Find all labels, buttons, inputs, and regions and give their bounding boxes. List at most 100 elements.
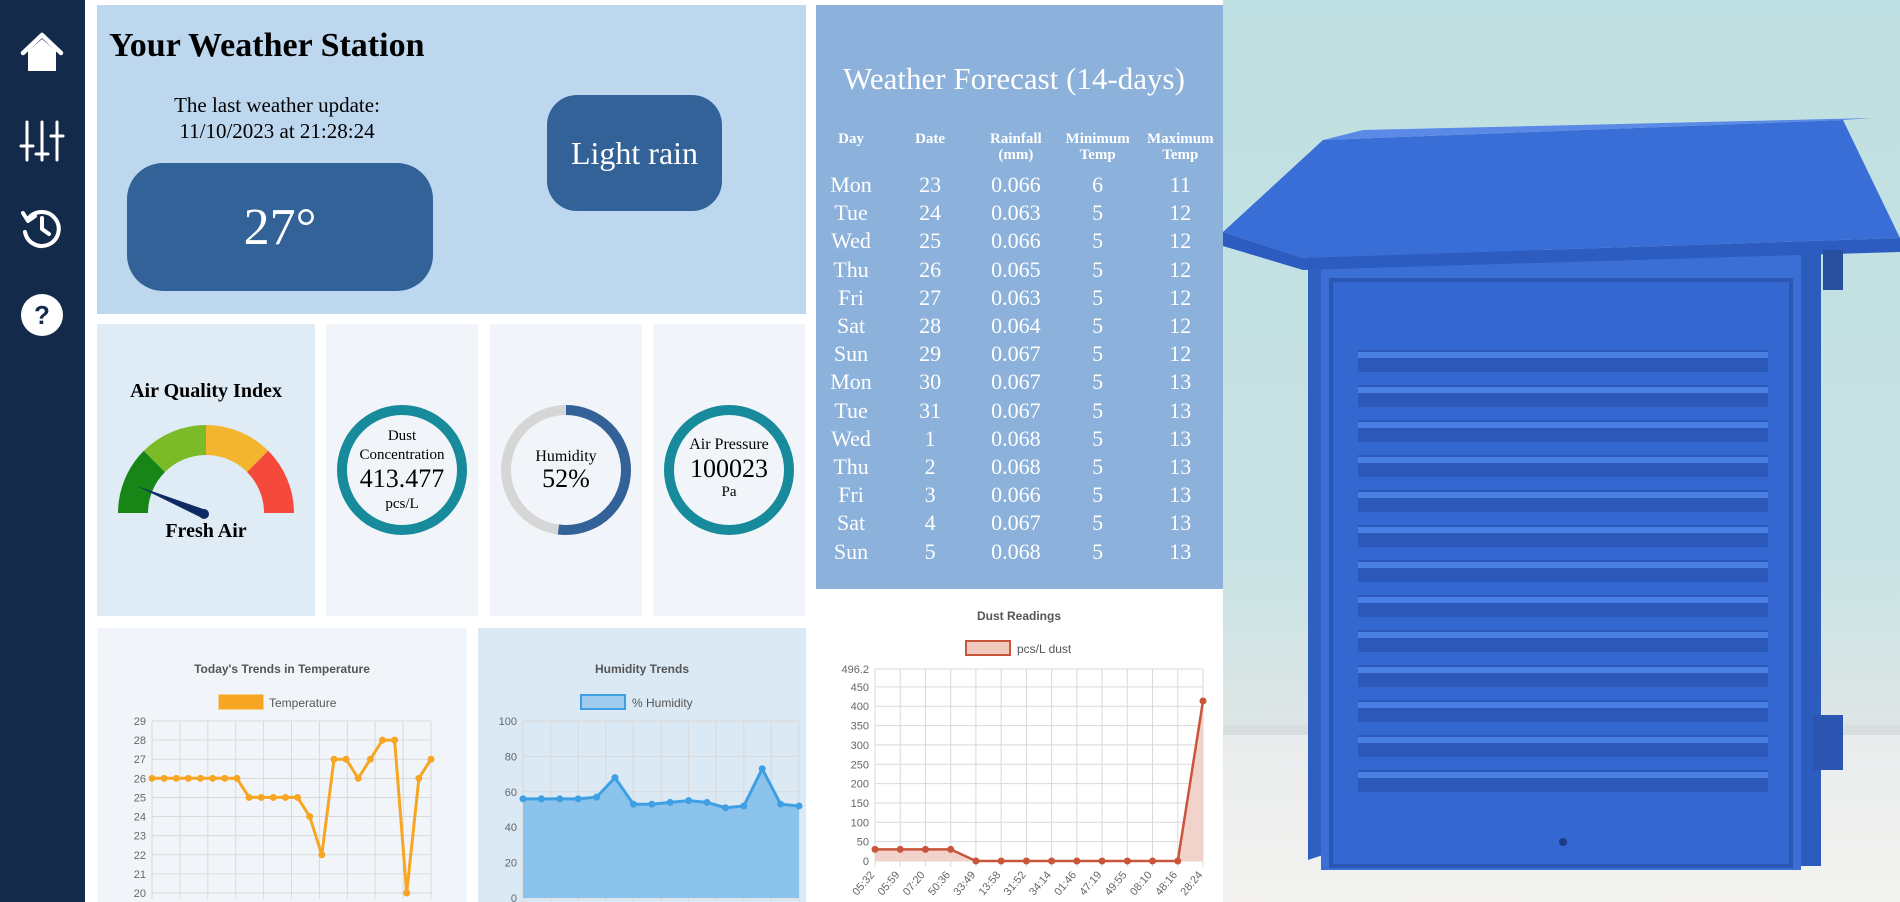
y-tick-label: 300 xyxy=(851,740,869,752)
forecast-cell: 5 xyxy=(1092,369,1104,395)
y-tick-label: 400 xyxy=(851,701,869,713)
dust-chart: Dust Readings pcs/L dust 496.2 450 400 350 3… xyxy=(841,609,1207,898)
data-point xyxy=(777,800,785,808)
forecast-cell: 2 xyxy=(924,453,936,479)
data-point xyxy=(148,774,156,782)
data-point xyxy=(1123,857,1131,865)
nav-history-button[interactable] xyxy=(17,203,67,253)
forecast-cell: 0.068 xyxy=(991,425,1041,451)
x-tick-label: 34:14 xyxy=(1027,869,1054,898)
data-point xyxy=(871,845,879,853)
forecast-cell: 0.063 xyxy=(991,284,1041,310)
forecast-column-header: Maximum Temp xyxy=(1138,131,1223,171)
forecast-cell: 0.067 xyxy=(991,397,1041,423)
forecast-cell: 0.066 xyxy=(991,172,1041,198)
nav-home-button[interactable] xyxy=(17,28,67,78)
data-point xyxy=(427,755,435,763)
data-point xyxy=(519,795,527,803)
data-point xyxy=(1174,857,1182,865)
nav-help-button[interactable]: ? xyxy=(17,290,67,340)
forecast-cell: 12 xyxy=(1169,341,1192,367)
sliders-icon xyxy=(19,120,65,162)
dust-label-line2: Concentration xyxy=(360,447,445,463)
y-tick-label: 100 xyxy=(851,817,869,829)
forecast-cell: Wed xyxy=(831,228,871,254)
forecast-cell: 29 xyxy=(919,341,942,367)
forecast-cell: 0.068 xyxy=(991,453,1041,479)
aqi-status: Fresh Air xyxy=(165,520,246,542)
data-point xyxy=(172,774,180,782)
weather-station-photo xyxy=(1223,0,1900,902)
y-tick-label: 60 xyxy=(505,787,517,799)
forecast-cell: 5 xyxy=(1092,341,1104,367)
data-point xyxy=(593,793,601,801)
forecast-cell: 0.065 xyxy=(991,256,1041,282)
temperature-display: 27° xyxy=(127,163,433,291)
forecast-panel: Weather Forecast (14-days) Day Date Rainfa… xyxy=(816,5,1223,589)
forecast-cell: 5 xyxy=(1092,453,1104,479)
nav-settings-button[interactable] xyxy=(17,116,67,166)
data-point xyxy=(269,793,277,801)
x-tick-label: 48:16 xyxy=(1153,869,1180,898)
data-point xyxy=(666,798,674,806)
y-tick-label: 350 xyxy=(851,721,869,733)
forecast-cell: Thu xyxy=(833,453,869,479)
data-point xyxy=(257,793,265,801)
forecast-cell: 30 xyxy=(919,369,942,395)
y-tick-label: 20 xyxy=(134,888,146,900)
forecast-column-header-line: Date xyxy=(915,131,946,147)
y-tick-label: 80 xyxy=(505,751,517,763)
data-point xyxy=(629,800,637,808)
x-tick-label: 33:49 xyxy=(951,869,978,898)
forecast-cell: Tue xyxy=(834,397,868,423)
forecast-column-header-line: Day xyxy=(838,131,864,147)
dust-unit: pcs/L xyxy=(385,496,418,512)
y-tick-label: 50 xyxy=(857,837,869,849)
forecast-column-header-line: (mm) xyxy=(998,147,1034,163)
x-tick-label: 47:19 xyxy=(1077,869,1104,898)
data-point xyxy=(281,793,289,801)
y-tick-label: 25 xyxy=(134,792,146,804)
air-pressure-card: Air Pressure 100023 Pa xyxy=(653,324,805,616)
forecast-cell: Sun xyxy=(833,538,869,564)
data-point xyxy=(306,813,314,821)
forecast-row: Mon 23 0.066 6 11 xyxy=(816,171,1223,199)
data-point xyxy=(197,774,205,782)
x-tick-label: 01:46 xyxy=(1052,869,1079,898)
forecast-body: Mon 23 0.066 6 11 Tue 24 0.063 5 12 Wed 25 0.066 5 12 T… xyxy=(816,171,1223,566)
data-point xyxy=(758,765,766,773)
last-update: The last weather update: 11/10/2023 at 2… xyxy=(157,92,397,144)
x-tick-label: 13:58 xyxy=(977,869,1004,898)
forecast-cell: 5 xyxy=(1092,482,1104,508)
forecast-cell: 24 xyxy=(919,200,942,226)
forecast-column-header-line: Rainfall xyxy=(990,131,1042,147)
y-tick-label: 21 xyxy=(134,869,146,881)
forecast-cell: 1 xyxy=(924,425,936,451)
y-tick-label: 24 xyxy=(134,812,146,824)
forecast-row: Sun 29 0.067 5 12 xyxy=(816,340,1223,368)
humidity-label: Humidity xyxy=(535,448,596,465)
forecast-cell: 5 xyxy=(1092,313,1104,339)
dust-chart-title: Dust Readings xyxy=(977,609,1061,623)
y-tick-label: 0 xyxy=(511,893,517,902)
data-point xyxy=(415,774,423,782)
humidity-chart-title: Humidity Trends xyxy=(595,662,689,676)
data-point xyxy=(921,845,929,853)
svg-text:?: ? xyxy=(34,300,50,330)
forecast-cell: 26 xyxy=(919,256,942,282)
data-point xyxy=(972,857,980,865)
forecast-cell: 31 xyxy=(919,397,942,423)
forecast-cell: 0.067 xyxy=(991,510,1041,536)
weather-summary-panel: Your Weather Station The last weather up… xyxy=(97,5,806,314)
forecast-cell: Wed xyxy=(831,425,871,451)
data-point xyxy=(233,774,241,782)
last-update-label: The last weather update: xyxy=(174,93,380,117)
forecast-row: Thu 26 0.065 5 12 xyxy=(816,256,1223,284)
y-tick-label: 496.2 xyxy=(841,664,869,676)
dust-series-line xyxy=(875,700,1205,863)
data-point xyxy=(221,774,229,782)
forecast-cell: 4 xyxy=(924,510,936,536)
forecast-row: Fri 27 0.063 5 12 xyxy=(816,284,1223,312)
humidity-legend-swatch xyxy=(580,694,626,710)
forecast-cell: 5 xyxy=(1092,200,1104,226)
